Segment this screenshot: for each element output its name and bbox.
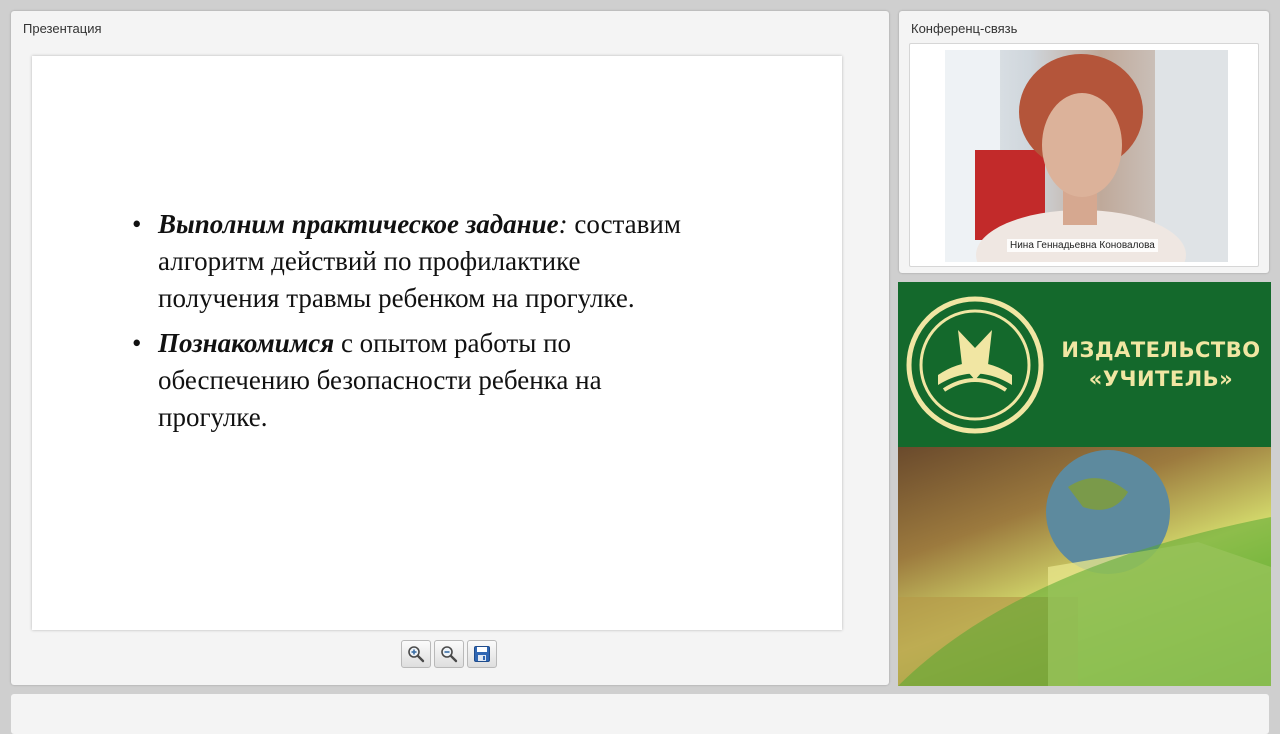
publisher-name-line1: ИЗДАТЕЛЬСТВО (1061, 338, 1261, 362)
participant-silhouette (945, 50, 1228, 262)
conference-panel: Конференц-связь Нина Геннадьевна Коновал… (899, 11, 1269, 273)
zoom-in-icon (408, 646, 425, 663)
bullet-dot: • (132, 209, 142, 239)
books-globe-illustration (898, 450, 1271, 686)
banner-logo-area: ИЗДАТЕЛЬСТВО «УЧИТЕЛЬ» (898, 282, 1271, 447)
video-container: Нина Геннадьевна Коновалова (909, 43, 1259, 267)
conference-title: Конференц-связь (911, 21, 1018, 36)
slide-toolbar (401, 640, 497, 668)
zoom-out-button[interactable] (434, 640, 464, 668)
bullet-1-punct: : (558, 209, 568, 239)
presentation-panel: Презентация • Выполним практическое зада… (11, 11, 889, 685)
slide-bullet-list: • Выполним практическое задание: состави… (132, 206, 692, 444)
save-icon (474, 646, 490, 662)
publisher-banner: ИЗДАТЕЛЬСТВО «УЧИТЕЛЬ» (898, 282, 1271, 686)
publisher-name-line2: «УЧИТЕЛЬ» (1088, 367, 1234, 391)
participant-video[interactable]: Нина Геннадьевна Коновалова (945, 50, 1228, 262)
save-button[interactable] (467, 640, 497, 668)
bullet-2-bold: Познакомимся (158, 328, 335, 358)
presentation-title: Презентация (23, 21, 102, 36)
bullet-dot: • (132, 328, 142, 358)
zoom-out-icon (441, 646, 458, 663)
participant-name: Нина Геннадьевна Коновалова (1007, 239, 1158, 252)
slide-bullet-1: • Выполним практическое задание: состави… (132, 206, 692, 317)
banner-image-books-globe (898, 447, 1271, 686)
slide-view: • Выполним практическое задание: состави… (32, 56, 842, 630)
bottom-panel (11, 694, 1269, 734)
publisher-logo-icon (906, 296, 1044, 434)
bullet-1-bold: Выполним практическое задание (158, 209, 559, 239)
zoom-in-button[interactable] (401, 640, 431, 668)
slide-bullet-2: • Познакомимся с опытом работы по обеспе… (132, 325, 692, 436)
publisher-name: ИЗДАТЕЛЬСТВО «УЧИТЕЛЬ» (1056, 336, 1266, 394)
